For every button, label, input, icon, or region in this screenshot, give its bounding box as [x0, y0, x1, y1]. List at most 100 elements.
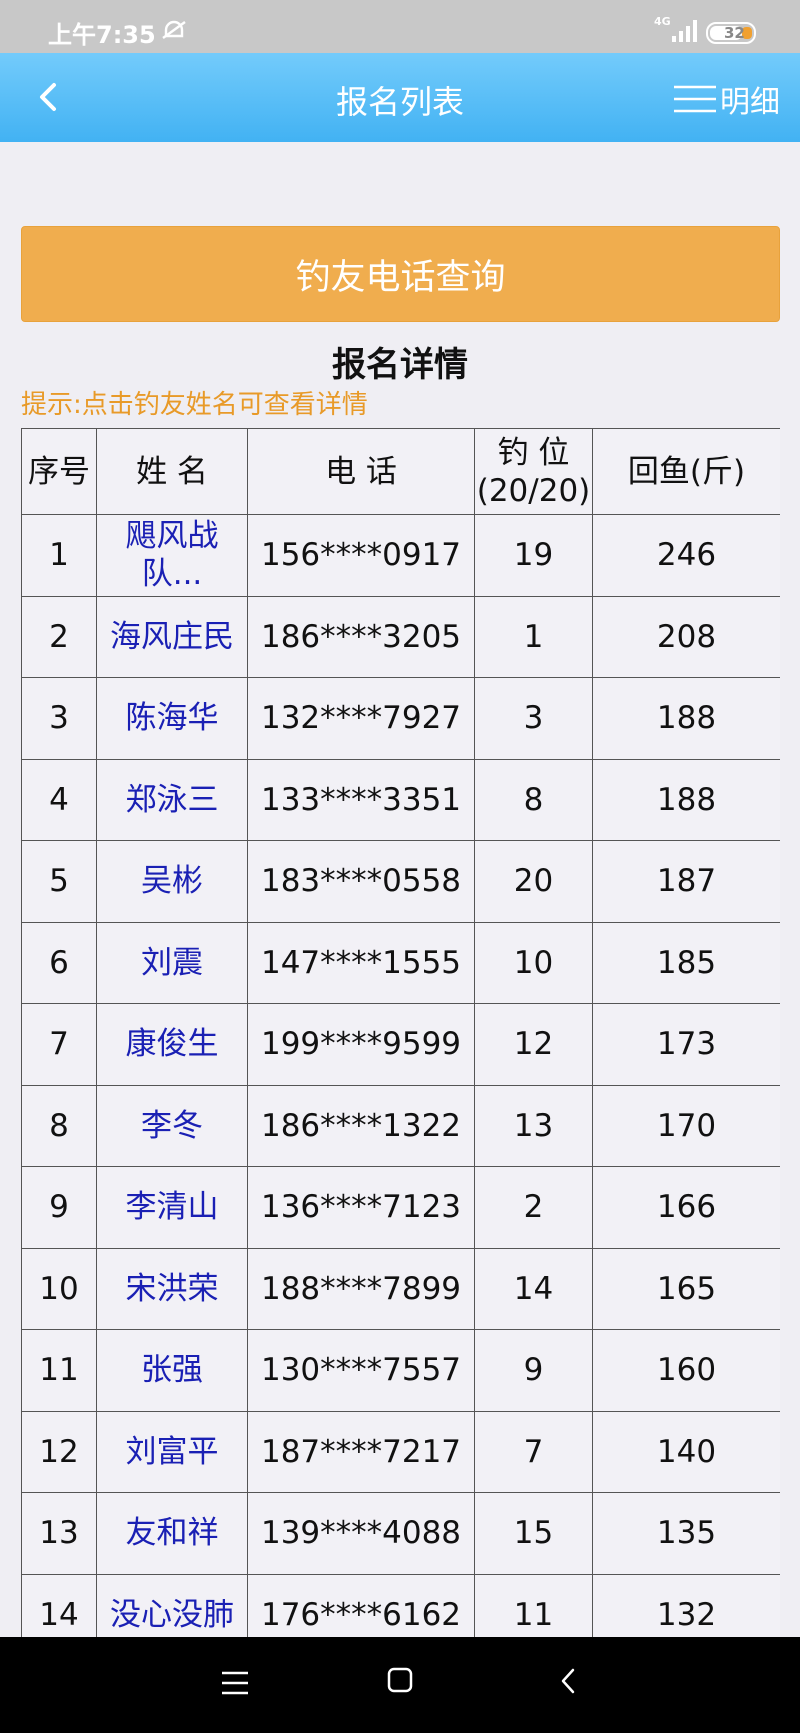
table-row: 4 郑泳三 133****3351 8 188: [21, 758, 780, 841]
row-spot: 19: [474, 514, 593, 597]
angler-name-link[interactable]: 康俊生: [96, 1003, 248, 1086]
header-index: 序号: [21, 428, 97, 515]
row-catch: 160: [592, 1329, 780, 1412]
status-bar: 上午7:35 4G 32: [0, 0, 800, 53]
row-spot: 20: [474, 840, 593, 923]
row-spot: 7: [474, 1410, 593, 1493]
row-index: 10: [21, 1247, 97, 1330]
angler-name-link[interactable]: 刘震: [96, 921, 248, 1004]
angler-name-link[interactable]: 海风庄民: [96, 595, 248, 678]
row-phone: 186****1322: [247, 1084, 475, 1167]
row-phone: 147****1555: [247, 921, 475, 1004]
row-phone: 156****0917: [247, 514, 475, 597]
row-index: 1: [21, 514, 97, 597]
chevron-left-icon[interactable]: [558, 1667, 578, 1695]
header-name: 姓 名: [96, 428, 248, 515]
row-catch: 208: [592, 595, 780, 678]
bell-off-icon: [162, 20, 186, 39]
angler-name-link[interactable]: 郑泳三: [96, 758, 248, 841]
row-index: 7: [21, 1003, 97, 1086]
angler-name-link[interactable]: 陈海华: [96, 677, 248, 760]
section-title: 报名详情: [332, 345, 468, 385]
angler-name-link[interactable]: 没心没肺: [96, 1573, 248, 1637]
table-row: 7 康俊生 199****9599 12 173: [21, 1003, 780, 1086]
table-header-row: 序号 姓 名 电 话 钓 位 (20/20) 回鱼(斤): [21, 428, 780, 515]
row-catch: 170: [592, 1084, 780, 1167]
table-row: 3 陈海华 132****7927 3 188: [21, 677, 780, 760]
row-phone: 132****7927: [247, 677, 475, 760]
table-row: 5 吴彬 183****0558 20 187: [21, 840, 780, 923]
table-row: 8 李冬 186****1322 13 170: [21, 1084, 780, 1167]
angler-name-link[interactable]: 李冬: [96, 1084, 248, 1167]
table-row: 6 刘震 147****1555 10 185: [21, 921, 780, 1004]
row-index: 14: [21, 1573, 97, 1637]
row-phone: 136****7123: [247, 1166, 475, 1249]
battery-icon: 32: [706, 22, 756, 44]
row-spot: 9: [474, 1329, 593, 1412]
row-spot: 2: [474, 1166, 593, 1249]
header-spot: 钓 位 (20/20): [474, 428, 593, 515]
row-phone: 199****9599: [247, 1003, 475, 1086]
detail-button[interactable]: 明细: [674, 77, 780, 121]
row-catch: 188: [592, 758, 780, 841]
registration-table-container[interactable]: 序号 姓 名 电 话 钓 位 (20/20) 回鱼(斤) 1 飓风战队... 1…: [21, 428, 780, 1637]
row-phone: 186****3205: [247, 595, 475, 678]
row-catch: 165: [592, 1247, 780, 1330]
row-index: 13: [21, 1492, 97, 1575]
header-spot-label: 钓 位: [497, 434, 570, 471]
menu-icon[interactable]: [222, 1671, 248, 1695]
row-phone: 183****0558: [247, 840, 475, 923]
row-spot: 13: [474, 1084, 593, 1167]
row-phone: 133****3351: [247, 758, 475, 841]
table-row: 10 宋洪荣 188****7899 14 165: [21, 1247, 780, 1330]
angler-name-link[interactable]: 刘富平: [96, 1410, 248, 1493]
table-row: 2 海风庄民 186****3205 1 208: [21, 595, 780, 678]
row-spot: 1: [474, 595, 593, 678]
row-spot: 3: [474, 677, 593, 760]
registration-table: 序号 姓 名 电 话 钓 位 (20/20) 回鱼(斤) 1 飓风战队... 1…: [21, 428, 780, 1637]
row-phone: 176****6162: [247, 1573, 475, 1637]
angler-name-link[interactable]: 张强: [96, 1329, 248, 1412]
angler-name-link[interactable]: 飓风战队...: [96, 514, 248, 597]
row-spot: 14: [474, 1247, 593, 1330]
row-index: 8: [21, 1084, 97, 1167]
row-spot: 11: [474, 1573, 593, 1637]
row-catch: 185: [592, 921, 780, 1004]
row-index: 3: [21, 677, 97, 760]
row-spot: 12: [474, 1003, 593, 1086]
row-phone: 187****7217: [247, 1410, 475, 1493]
angler-phone-query-button[interactable]: 钓友电话查询: [21, 226, 780, 322]
row-index: 12: [21, 1410, 97, 1493]
angler-name-link[interactable]: 李清山: [96, 1166, 248, 1249]
row-spot: 8: [474, 758, 593, 841]
signal-icon: [672, 20, 697, 42]
row-phone: 188****7899: [247, 1247, 475, 1330]
angler-name-link[interactable]: 宋洪荣: [96, 1247, 248, 1330]
header-catch: 回鱼(斤): [592, 428, 780, 515]
table-row: 1 飓风战队... 156****0917 19 246: [21, 514, 780, 597]
menu-icon: [674, 85, 716, 113]
row-spot: 15: [474, 1492, 593, 1575]
square-icon[interactable]: [387, 1667, 413, 1693]
row-catch: 132: [592, 1573, 780, 1637]
system-nav-bar: [0, 1637, 800, 1733]
row-catch: 188: [592, 677, 780, 760]
table-row: 9 李清山 136****7123 2 166: [21, 1166, 780, 1249]
row-phone: 130****7557: [247, 1329, 475, 1412]
status-time: 上午7:35: [48, 21, 156, 49]
table-row: 13 友和祥 139****4088 15 135: [21, 1492, 780, 1575]
header-phone: 电 话: [247, 428, 475, 515]
row-catch: 135: [592, 1492, 780, 1575]
row-catch: 173: [592, 1003, 780, 1086]
angler-name-link[interactable]: 友和祥: [96, 1492, 248, 1575]
angler-name-link[interactable]: 吴彬: [96, 840, 248, 923]
app-header: 报名列表 明细: [0, 53, 800, 142]
table-row: 12 刘富平 187****7217 7 140: [21, 1410, 780, 1493]
table-row: 11 张强 130****7557 9 160: [21, 1329, 780, 1412]
row-index: 2: [21, 595, 97, 678]
network-type: 4G: [654, 15, 671, 28]
row-index: 4: [21, 758, 97, 841]
header-spot-count: (20/20): [476, 472, 591, 509]
battery-level: 32: [724, 24, 745, 42]
row-index: 11: [21, 1329, 97, 1412]
